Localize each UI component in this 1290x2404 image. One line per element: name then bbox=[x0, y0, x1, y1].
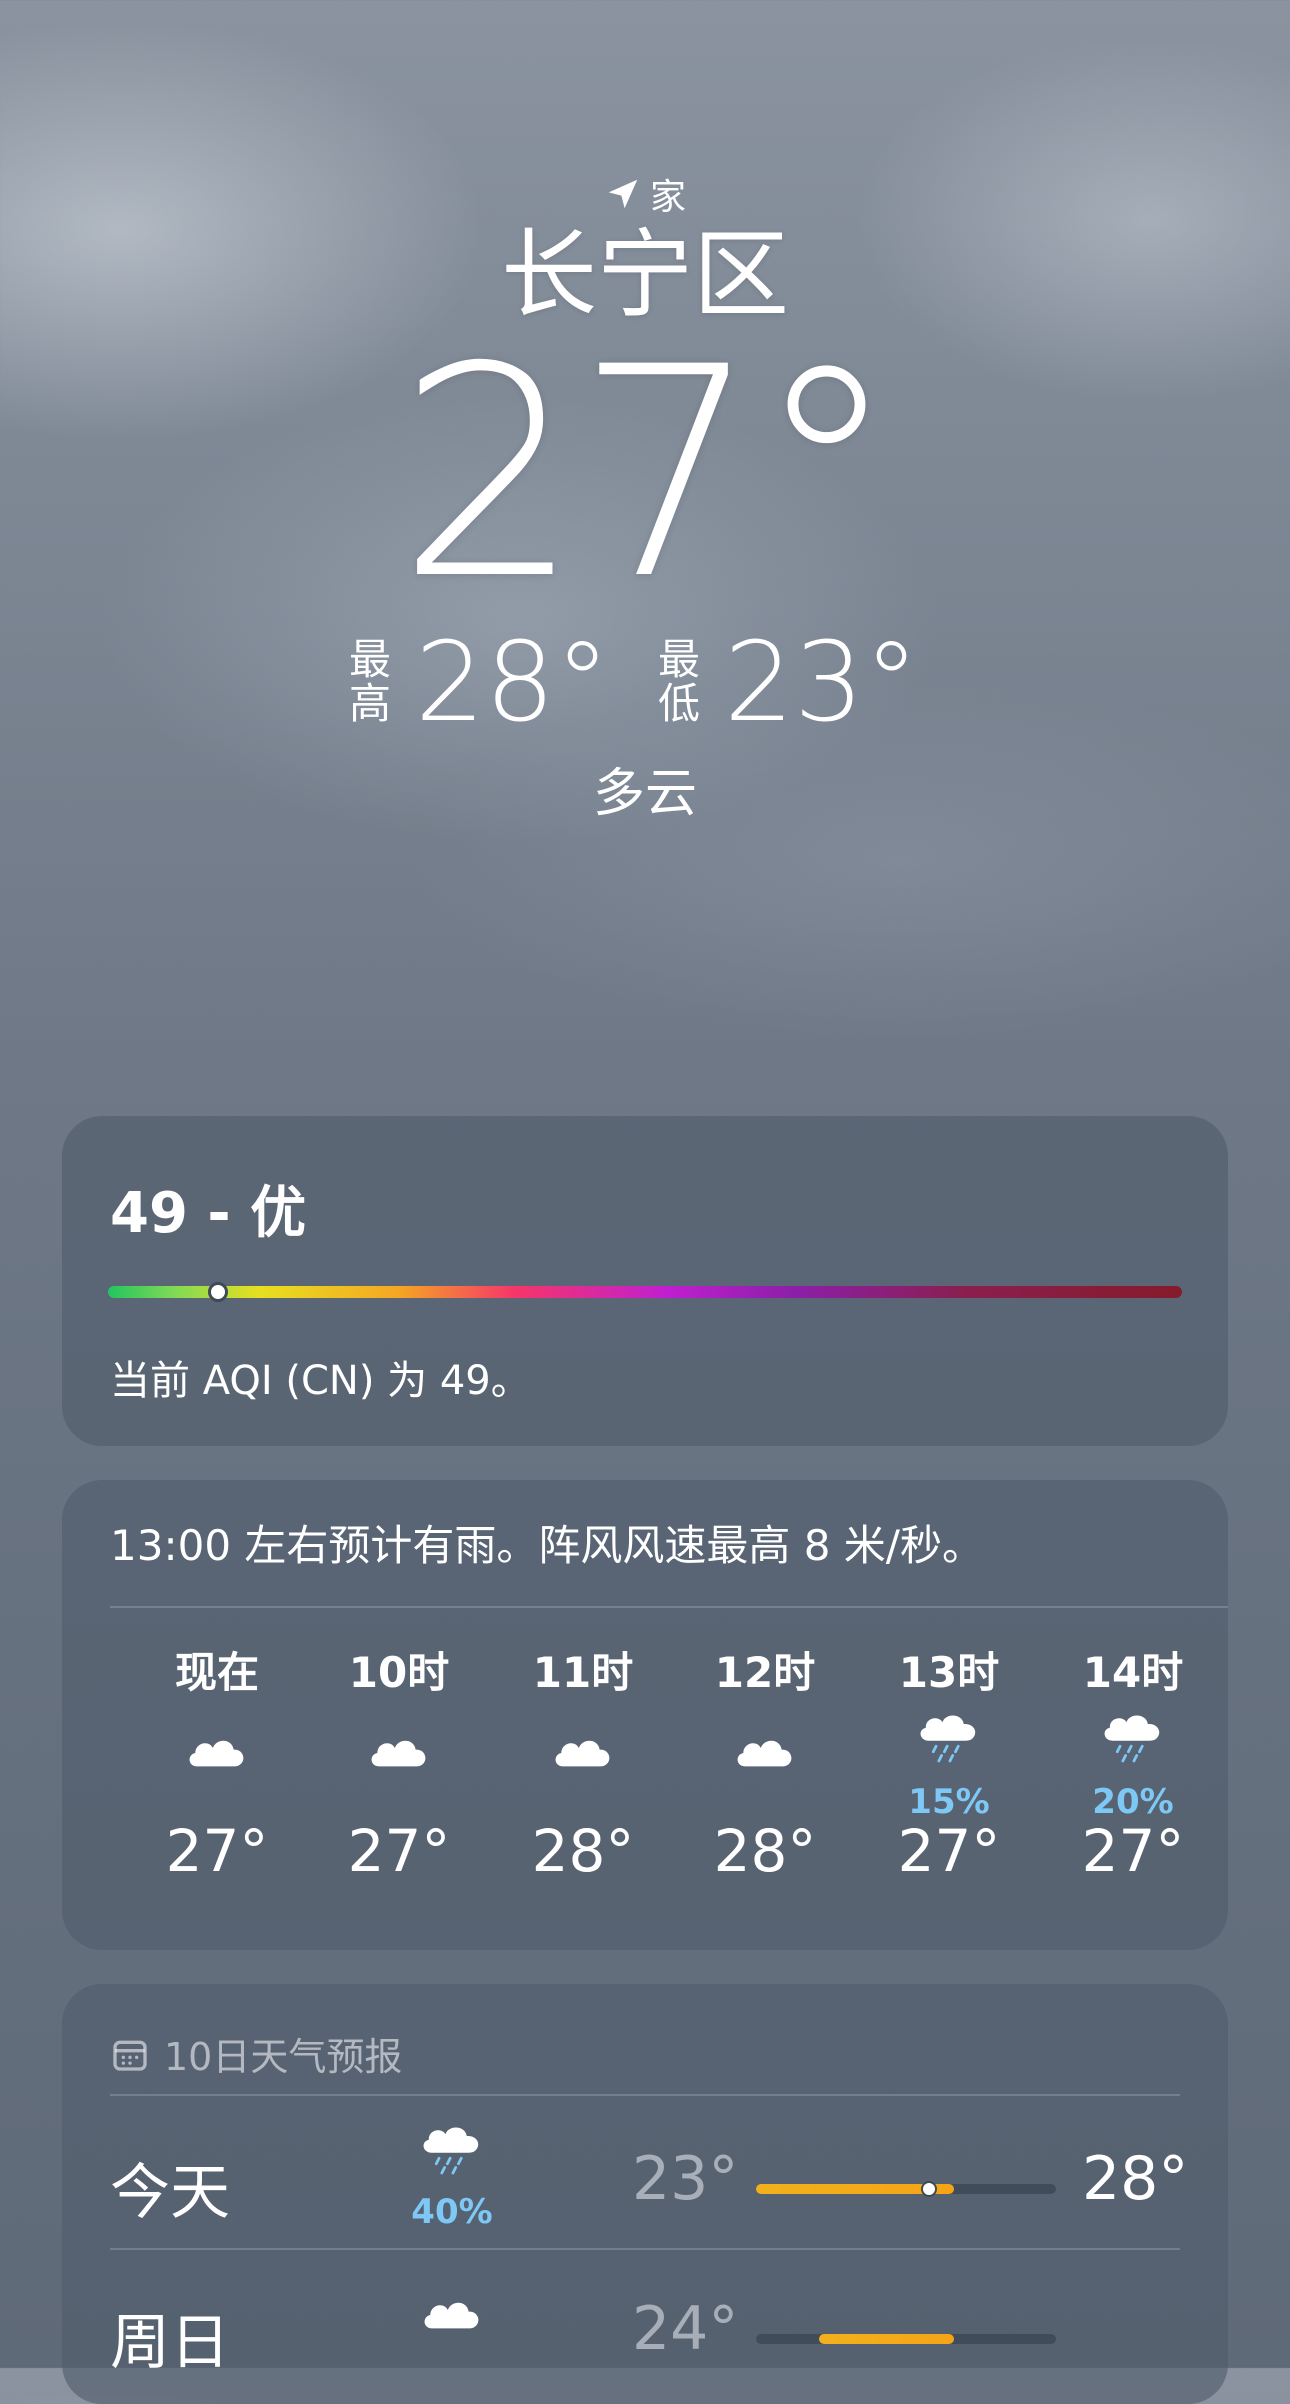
divider bbox=[110, 2094, 1180, 2096]
hour-temperature: 27° bbox=[897, 1817, 1001, 1885]
calendar-icon bbox=[113, 2040, 147, 2071]
day-weather-icon bbox=[392, 2290, 512, 2360]
hour-temperature: 28° bbox=[713, 1817, 817, 1885]
hour-icon bbox=[690, 1728, 840, 1788]
hour-label: 14时 bbox=[1082, 1648, 1184, 1697]
hour-item: 12时 28° bbox=[690, 1648, 840, 1885]
hour-temperature: 28° bbox=[531, 1817, 635, 1885]
high-temperature: 28° bbox=[415, 618, 610, 746]
hour-label: 现在 bbox=[174, 1648, 259, 1697]
cloud-rain-icon bbox=[920, 1715, 976, 1763]
current-temperature: 27° bbox=[396, 306, 899, 643]
aqi-indicator bbox=[208, 1282, 229, 1302]
day-low: 24° bbox=[632, 2294, 739, 2364]
hour-icon bbox=[1058, 1708, 1208, 1768]
cloud-rain-icon bbox=[1104, 1715, 1160, 1763]
location-home-label: 家 bbox=[649, 177, 686, 218]
hour-icon bbox=[508, 1728, 658, 1788]
low-label: 最低 bbox=[657, 635, 700, 728]
aqi-description: 当前 AQI (CN) 为 49。 bbox=[110, 1358, 531, 1404]
hour-temperature: 27° bbox=[347, 1817, 451, 1885]
cloud-icon bbox=[371, 1740, 426, 1767]
day-range-track bbox=[756, 2334, 1056, 2344]
hour-label: 12时 bbox=[714, 1648, 816, 1697]
hour-icon bbox=[324, 1728, 474, 1788]
aqi-scale-bar bbox=[108, 1282, 1182, 1302]
cloud-icon bbox=[555, 1740, 610, 1767]
daily-row[interactable]: 周日 24° bbox=[62, 2250, 1228, 2400]
hourly-summary: 13:00 左右预计有雨。阵风风速最高 8 米/秒。 bbox=[110, 1521, 984, 1570]
aqi-card[interactable]: 49 - 优 当前 AQI (CN) 为 49。 bbox=[62, 1116, 1228, 1446]
low-temperature: 23° bbox=[724, 618, 919, 746]
hour-item: 10时 27° bbox=[324, 1648, 474, 1885]
day-low: 23° bbox=[632, 2144, 739, 2214]
day-range-track bbox=[756, 2181, 1056, 2197]
hour-item: 14时 20% 27° bbox=[1058, 1648, 1208, 1885]
condition-text: 多云 bbox=[592, 764, 697, 824]
cloud-icon bbox=[189, 1740, 244, 1767]
hour-item: 11时 28° bbox=[508, 1648, 658, 1885]
cloud-icon bbox=[424, 2302, 479, 2329]
day-range-bar bbox=[819, 2334, 954, 2344]
hour-label: 13时 bbox=[898, 1648, 1000, 1697]
day-precip: 40% bbox=[411, 2192, 493, 2232]
hour-item: 13时 15% 27° bbox=[874, 1648, 1024, 1885]
daily-row[interactable]: 今天 40% 23° 28° bbox=[62, 2100, 1228, 2250]
day-name: 今天 bbox=[110, 2158, 230, 2228]
hour-temperature: 27° bbox=[165, 1817, 269, 1885]
hour-icon bbox=[874, 1708, 1024, 1768]
hour-temperature: 27° bbox=[1081, 1817, 1185, 1885]
cloud-rain-icon bbox=[423, 2127, 479, 2175]
location-arrow-icon bbox=[608, 179, 638, 209]
hour-label: 10时 bbox=[348, 1648, 450, 1697]
aqi-title: 49 - 优 bbox=[110, 1181, 307, 1246]
current-temp-marker bbox=[921, 2181, 937, 2197]
daily-header: 10日天气预报 bbox=[110, 2026, 402, 2081]
hour-label: 11时 bbox=[532, 1648, 634, 1697]
high-label: 最高 bbox=[349, 635, 392, 728]
hour-item: 现在 27° bbox=[142, 1648, 292, 1885]
day-high: 28° bbox=[1082, 2144, 1189, 2214]
cloud-icon bbox=[737, 1740, 792, 1767]
daily-forecast-card[interactable]: 10日天气预报 今天 40% 23° 28° 周日 24° bbox=[62, 1984, 1228, 2404]
divider bbox=[110, 1606, 1228, 1608]
hourly-list[interactable]: 现在 27° 10时 27° 11时 28° 12时 28° 13时 15% 27° 14时 20% 27… bbox=[62, 1648, 1228, 1938]
hour-icon bbox=[142, 1728, 292, 1788]
daily-header-label: 10日天气预报 bbox=[164, 2035, 403, 2079]
day-weather-icon bbox=[392, 2120, 512, 2190]
hourly-forecast-card[interactable]: 13:00 左右预计有雨。阵风风速最高 8 米/秒。 现在 27° 10时 27° 11… bbox=[62, 1480, 1228, 1950]
location-label: 家 bbox=[0, 168, 1290, 220]
high-low: 最高 28° 最低 23° bbox=[0, 622, 1290, 742]
